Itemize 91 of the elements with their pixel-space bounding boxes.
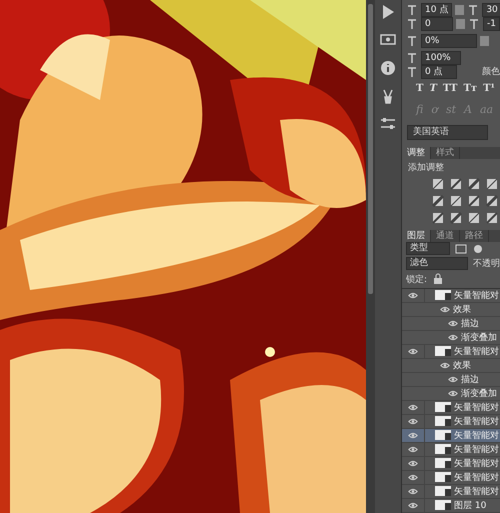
adjustment-icon[interactable] [468,178,480,190]
effects-label: 效果 [453,360,471,372]
eye-icon[interactable] [440,362,450,369]
type-style-button[interactable]: TT [442,83,458,94]
adjustment-icon[interactable] [486,178,498,190]
layer-row[interactable]: 矢量智能对 [402,344,500,359]
type-style-button[interactable]: Tт [463,83,478,94]
play-icon[interactable] [380,4,396,20]
eye-icon[interactable] [408,292,418,299]
layer-name: 矢量智能对 [454,444,499,456]
tracking-icon [468,18,480,30]
circle-icon[interactable] [472,242,484,255]
layer-name: 图层 10 [454,500,486,512]
tracking-field[interactable]: -1 [483,17,500,32]
blend-mode-dropdown[interactable]: 滤色 [406,257,468,270]
panel-tab[interactable]: 图层 [402,230,431,242]
eye-icon[interactable] [408,502,418,509]
adjustment-icon[interactable] [468,212,480,224]
kerning-field[interactable]: 0 [421,17,454,32]
layer-row[interactable]: 矢量智能对 [402,456,500,471]
eye-icon[interactable] [408,474,418,481]
lock-label: 锁定: [406,274,428,286]
sliders-icon[interactable] [380,116,396,132]
panel-tab[interactable]: 样式 [431,147,460,160]
eye-icon[interactable] [408,488,418,495]
color-label: 颜色 [482,66,500,78]
kerning-icon [406,18,418,30]
effect-name: 描边 [461,374,479,386]
adjustment-icon[interactable] [450,195,462,208]
panel-tab[interactable]: 路径 [460,230,489,242]
layer-row[interactable]: 矢量智能对 [402,428,500,443]
vertical-scale-icon [406,52,418,64]
eye-icon[interactable] [440,306,450,313]
layer-row[interactable]: 矢量智能对 [402,484,500,499]
layer-name: 矢量智能对 [454,472,499,484]
eye-icon[interactable] [448,390,458,397]
panel-title: 添加调整 [407,162,445,176]
filter-dropdown[interactable]: 类型 [406,242,450,256]
scrollbar-thumb[interactable] [368,4,373,294]
adjustment-icon[interactable] [468,195,480,208]
eye-icon[interactable] [408,418,418,425]
adjustment-icon[interactable] [486,212,498,224]
layer-name: 矢量智能对 [454,486,499,498]
eye-icon[interactable] [448,320,458,327]
adjustment-icon[interactable] [450,178,462,190]
layer-name: 矢量智能对 [454,458,499,470]
vertical-scale-field[interactable]: 100% [421,50,461,65]
type-style-button[interactable]: T [429,83,437,94]
scale-field[interactable]: 0% [421,34,477,48]
info-icon[interactable] [380,60,396,76]
eye-icon[interactable] [448,334,458,341]
baseline-shift-icon [406,66,418,78]
adjustment-icon[interactable] [432,212,444,224]
leading-field[interactable]: 30 [482,3,500,18]
baseline-icon [406,34,418,46]
panel-icon[interactable] [380,32,396,48]
eye-icon[interactable] [408,446,418,453]
effect-name: 渐变叠加 [461,332,497,344]
layer-row[interactable]: 矢量智能对 [402,470,500,485]
lock-icon[interactable] [432,273,444,286]
layer-name: 矢量智能对 [454,430,499,442]
effect-name: 描边 [461,318,479,330]
layer-name: 矢量智能对 [454,402,499,414]
layer-row[interactable]: 图层 10 [402,498,500,513]
layer-row[interactable]: 矢量智能对 [402,400,500,415]
leading-icon [467,4,480,16]
adjustment-icon[interactable] [486,195,498,208]
layer-row[interactable]: 矢量智能对 [402,442,500,457]
image-icon[interactable] [455,242,467,255]
opacity-label: 不透明 [473,258,500,270]
font-size-icon [406,4,418,16]
font-size-field[interactable]: 10 点 [421,3,452,18]
eye-icon[interactable] [408,432,418,439]
eye-icon[interactable] [448,376,458,383]
adjustment-icon[interactable] [450,212,462,224]
effect-name: 渐变叠加 [461,388,497,400]
layer-name: 矢量智能对 [454,346,499,358]
type-style-button[interactable]: T¹ [483,83,495,94]
layer-name: 矢量智能对 [454,290,499,302]
language-dropdown[interactable]: 美国英语 [407,125,488,140]
effects-label: 效果 [453,304,471,316]
eye-icon[interactable] [408,348,418,355]
baseline-shift-field[interactable]: 0 点 [421,64,457,79]
layer-row[interactable]: 矢量智能对 [402,288,500,303]
type-style-button[interactable]: T [416,83,424,94]
layer-name: 矢量智能对 [454,416,499,428]
eye-icon[interactable] [408,460,418,467]
adjustment-icon[interactable] [432,178,444,190]
panel-tab[interactable]: 调整 [402,147,431,160]
adjustment-icon[interactable] [432,195,444,208]
eye-icon[interactable] [408,404,418,411]
